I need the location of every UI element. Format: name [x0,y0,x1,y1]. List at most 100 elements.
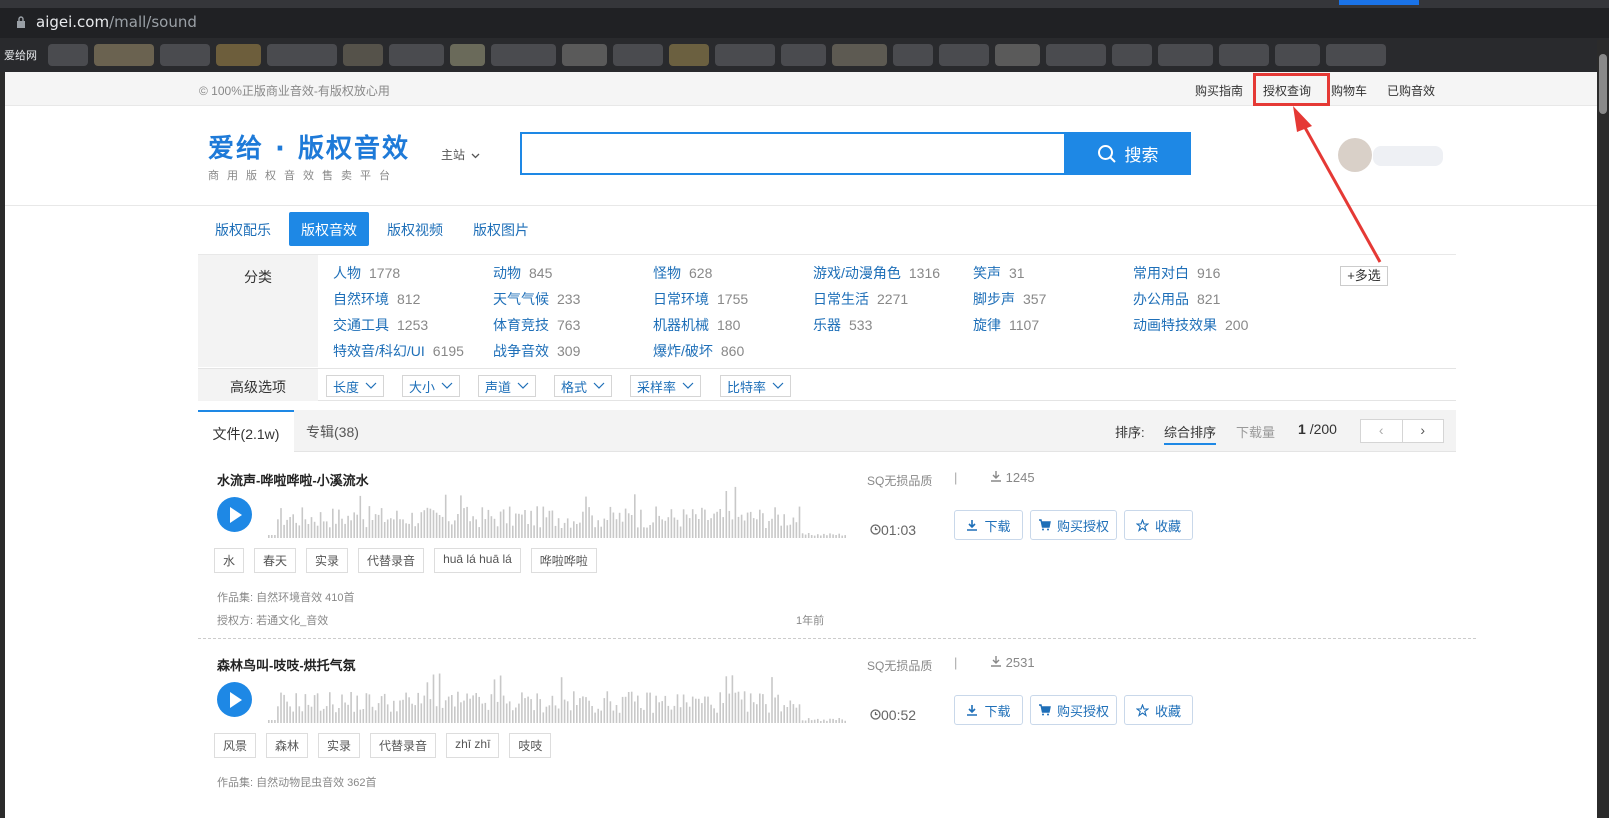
tab-files[interactable]: 文件(2.1w) [198,410,294,452]
category-item[interactable]: 天气气候 233 [493,289,580,309]
category-item[interactable]: 乐器 533 [813,315,872,335]
tag[interactable]: 水 [214,548,245,573]
category-item[interactable]: 笑声 31 [973,263,1025,283]
category-item[interactable]: 动画特技效果 200 [1133,315,1248,335]
site-logo[interactable]: 爱给 · 版权音效 商用版权音效售卖平台 [208,128,410,183]
username-blurred[interactable] [1373,146,1443,166]
category-name: 机器机械 [653,317,709,333]
tab-video[interactable]: 版权视频 [375,212,455,246]
tag[interactable]: 实录 [306,548,349,573]
collection-info[interactable]: 作品集: 自然环境音效 410首 [217,589,355,605]
category-item[interactable]: 人物 1778 [333,263,400,283]
active-tab-hint[interactable] [1339,0,1419,5]
category-name: 办公用品 [1133,291,1189,307]
category-item[interactable]: 日常生活 2271 [813,289,908,309]
category-item[interactable]: 特效音/科幻/UI 6195 [333,341,464,361]
download-button[interactable]: 下载 [954,510,1023,540]
separator: | [954,470,958,485]
adv-option-length[interactable]: 长度 [326,375,385,397]
scrollbar[interactable] [1597,40,1609,818]
clock-icon [870,709,881,720]
slogan: © 100%正版商业音效-有版权放心用 [199,84,390,98]
category-item[interactable]: 体育竞技 763 [493,315,580,335]
adv-option-bitrate[interactable]: 比特率 [720,375,792,397]
tag[interactable]: 春天 [254,548,297,573]
tag[interactable]: 吱吱 [509,733,552,758]
tab-images[interactable]: 版权图片 [461,212,541,246]
category-count: 31 [1009,265,1025,281]
category-count: 6195 [432,343,464,359]
buy-license-button[interactable]: 购买授权 [1030,510,1117,540]
tag[interactable]: 森林 [266,733,309,758]
adv-option-channel[interactable]: 声道 [478,375,537,397]
buy-license-button[interactable]: 购买授权 [1030,695,1117,725]
category-item[interactable]: 脚步声 357 [973,289,1046,309]
category-item[interactable]: 机器机械 180 [653,315,740,335]
category-item[interactable]: 办公用品 821 [1133,289,1220,309]
scrollbar-thumb[interactable] [1599,54,1607,114]
tag[interactable]: 实录 [318,733,361,758]
favorite-button[interactable]: 收藏 [1124,510,1193,540]
sort-comprehensive[interactable]: 综合排序 [1164,422,1217,445]
tag[interactable]: 代替录音 [370,733,437,758]
next-page-button[interactable]: › [1401,420,1444,442]
avatar[interactable] [1338,138,1372,172]
tab-sound-effects[interactable]: 版权音效 [289,212,369,246]
category-item[interactable]: 旋律 1107 [973,315,1039,335]
adv-option-size[interactable]: 大小 [402,375,461,397]
adv-option-sample-rate[interactable]: 采样率 [630,375,702,397]
tag[interactable]: 代替录音 [358,548,425,573]
category-name: 动物 [493,265,521,281]
category-item[interactable]: 动物 845 [493,263,552,283]
sort-downloads[interactable]: 下载量 [1236,422,1275,441]
collection-info[interactable]: 作品集: 自然动物昆虫音效 362首 [217,774,377,790]
waveform[interactable] [268,671,850,723]
search-input[interactable] [520,132,1064,175]
bookmarks-bar: 爱给网 [0,38,1609,72]
category-count: 309 [557,343,581,359]
download-icon [967,705,978,716]
category-item[interactable]: 怪物 628 [653,263,712,283]
tag[interactable]: 哗啦哗啦 [530,548,597,573]
category-item[interactable]: 战争音效 309 [493,341,580,361]
category-item[interactable]: 爆炸/破坏 860 [653,341,744,361]
tag[interactable]: 风景 [214,733,257,758]
tag[interactable]: huā lá huā lá [434,548,521,573]
tab-music[interactable]: 版权配乐 [203,212,283,246]
category-item[interactable]: 交通工具 1253 [333,315,428,335]
pager: ‹ › [1360,419,1444,443]
category-count: 628 [689,265,713,281]
download-icon [967,520,978,531]
site-select-dropdown[interactable]: 主站 [441,146,480,163]
category-name: 旋律 [973,317,1001,333]
category-name: 动画特技效果 [1133,317,1217,333]
category-item[interactable]: 常用对白 916 [1133,263,1220,283]
category-item[interactable]: 日常环境 1755 [653,289,748,309]
bookmark-item[interactable]: 爱给网 [4,47,37,63]
search-button[interactable]: 搜索 [1064,132,1191,175]
play-button[interactable] [217,682,252,717]
chevron-down-icon [772,382,784,389]
url-text[interactable]: aigei.com/mall/sound [36,13,197,31]
cart-icon [1038,519,1051,531]
multi-select-button[interactable]: +多选 [1340,266,1388,286]
prev-page-button[interactable]: ‹ [1361,420,1402,442]
play-button[interactable] [217,497,252,532]
tag[interactable]: zhī zhī [446,733,500,758]
category-name: 乐器 [813,317,841,333]
waveform[interactable] [268,486,850,538]
tab-albums[interactable]: 专辑(38) [306,422,359,442]
category-item[interactable]: 自然环境 812 [333,289,420,309]
address-bar[interactable]: aigei.com/mall/sound [0,8,1609,38]
favorite-button[interactable]: 收藏 [1124,695,1193,725]
adv-option-format[interactable]: 格式 [554,375,613,397]
licensor-info[interactable]: 授权方: 若通文化_音效 [217,612,328,628]
link-purchased[interactable]: 已购音效 [1387,82,1435,99]
category-name: 常用对白 [1133,265,1189,281]
category-item[interactable]: 游戏/动漫角色 1316 [813,263,940,283]
download-button[interactable]: 下载 [954,695,1023,725]
link-cart[interactable]: 购物车 [1331,82,1367,99]
lock-icon [17,16,25,28]
link-purchase-guide[interactable]: 购买指南 [1195,82,1243,99]
time-ago: 1年前 [796,615,825,627]
